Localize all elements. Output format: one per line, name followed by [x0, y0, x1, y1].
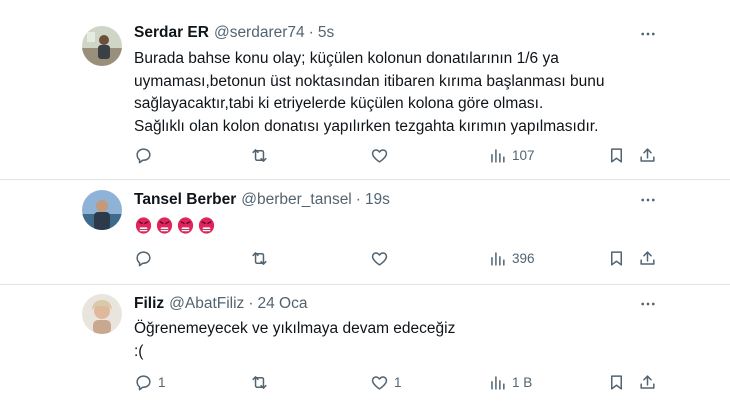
reply-button[interactable]: 1 [134, 370, 166, 394]
angry-face-emoji [135, 217, 152, 234]
more-icon[interactable] [637, 296, 659, 312]
retweet-button[interactable] [250, 143, 274, 167]
tweet-actions: 1 1 1 B [0, 370, 730, 394]
display-name[interactable]: Serdar ER [134, 24, 209, 42]
tweet-actions: 396 [0, 246, 730, 270]
retweet-button[interactable] [250, 246, 274, 270]
views-button[interactable]: 1 B [488, 370, 532, 394]
bookmark-icon [610, 374, 623, 390]
reply-count: 1 [158, 374, 166, 390]
timestamp[interactable]: 5s [318, 24, 334, 42]
views-icon [491, 375, 505, 390]
user-handle[interactable]: @berber_tansel [241, 191, 352, 209]
more-icon[interactable] [637, 192, 659, 208]
views-icon [491, 148, 505, 163]
timestamp[interactable]: 24 Oca [257, 295, 307, 313]
tweet[interactable]: Tansel Berber @berber_tansel · 19s 396 [0, 180, 730, 284]
heart-icon [371, 375, 388, 390]
tweet-emoji-row [134, 216, 216, 235]
share-button[interactable] [638, 246, 657, 270]
angry-face-emoji [198, 217, 215, 234]
like-button[interactable] [370, 143, 394, 167]
angry-face-emoji [177, 217, 194, 234]
like-button[interactable] [370, 246, 394, 270]
separator-dot: · [248, 295, 254, 312]
reply-icon [136, 374, 151, 390]
heart-icon [371, 148, 388, 163]
bookmark-button[interactable] [607, 143, 626, 167]
tweet[interactable]: Serdar ER @serdarer74 · 5s Burada bahse … [0, 0, 730, 180]
heart-icon [371, 251, 388, 266]
reply-icon [136, 250, 151, 266]
angry-face-emoji [156, 217, 173, 234]
separator-dot: · [308, 24, 314, 41]
like-count: 1 [394, 374, 402, 390]
views-count: 1 B [512, 374, 533, 390]
display-name[interactable]: Tansel Berber [134, 191, 236, 209]
retweet-icon [252, 251, 267, 265]
display-name[interactable]: Filiz [134, 295, 164, 313]
share-icon [640, 374, 655, 389]
bookmark-button[interactable] [607, 246, 626, 270]
like-button[interactable]: 1 [370, 370, 402, 394]
timestamp[interactable]: 19s [365, 191, 390, 209]
more-icon[interactable] [637, 26, 659, 42]
share-icon [640, 147, 655, 162]
bookmark-icon [610, 250, 623, 266]
views-button[interactable]: 107 [488, 143, 535, 167]
views-button[interactable]: 396 [488, 246, 535, 270]
avatar[interactable] [82, 190, 122, 230]
reply-button[interactable] [134, 143, 158, 167]
bookmark-icon [610, 147, 623, 163]
tweet[interactable]: Filiz @AbatFiliz · 24 Oca Öğrenemeyecek … [0, 285, 730, 420]
avatar[interactable] [82, 294, 122, 334]
views-count: 396 [512, 250, 535, 266]
tweet-text: Burada bahse konu olay; küçülen kolonun … [134, 50, 605, 135]
user-handle[interactable]: @AbatFiliz [169, 295, 244, 313]
views-count: 107 [512, 147, 535, 163]
views-icon [491, 251, 505, 266]
retweet-icon [252, 375, 267, 389]
tweet-text: Öğrenemeyecek ve yıkılmaya devam edeceği… [134, 320, 456, 360]
reply-button[interactable] [134, 246, 158, 270]
bookmark-button[interactable] [607, 370, 626, 394]
retweet-icon [252, 148, 267, 162]
tweet-actions: 107 [0, 143, 730, 167]
avatar[interactable] [82, 26, 122, 66]
separator-dot: · [355, 191, 361, 208]
share-icon [640, 250, 655, 265]
user-handle[interactable]: @serdarer74 [214, 24, 305, 42]
share-button[interactable] [638, 370, 657, 394]
reply-icon [136, 147, 151, 163]
share-button[interactable] [638, 143, 657, 167]
retweet-button[interactable] [250, 370, 274, 394]
